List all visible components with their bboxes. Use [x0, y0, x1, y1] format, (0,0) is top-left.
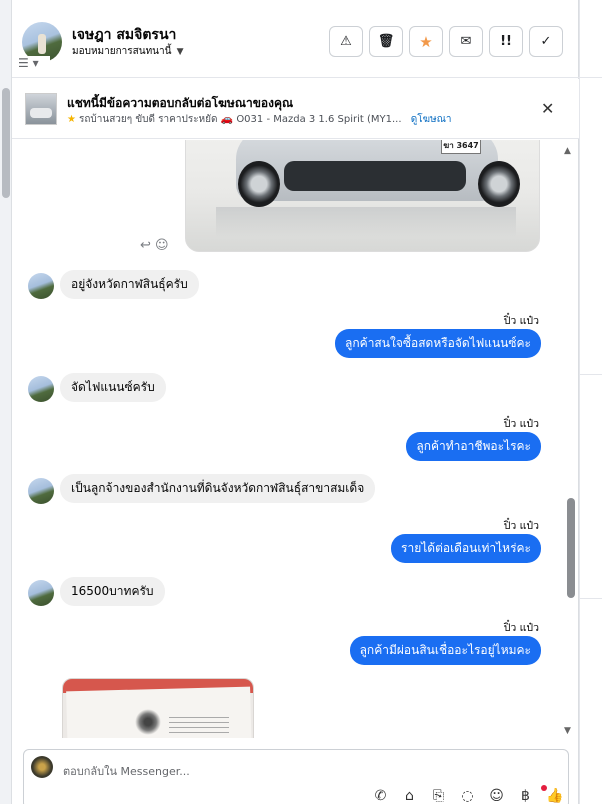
exclamation-icon: !!: [500, 34, 512, 49]
ad-banner-title: แชทนี้มีข้อความตอบกลับต่อโฆษณาของคุณ: [67, 96, 294, 110]
divider: [580, 598, 602, 599]
warning-icon: ⚠: [340, 34, 352, 49]
car-wheel: [478, 161, 520, 207]
reply-input[interactable]: ตอบกลับใน Messenger...: [63, 762, 190, 780]
ad-thumbnail[interactable]: [25, 93, 57, 125]
car-photo-attachment[interactable]: ฆา 3647: [185, 140, 540, 252]
outgoing-message[interactable]: ลูกค้าทำอาชีพอะไรคะ: [406, 432, 541, 461]
reply-icon[interactable]: ↩: [140, 238, 151, 253]
sender-name: ปิ๋ว แป๋ว: [503, 418, 539, 430]
check-icon: ✓: [540, 34, 552, 49]
ad-banner-subtitle: ★ รถบ้านสวยๆ ขับดี ราคาประหยัด 🚗 O031 - M…: [67, 112, 452, 127]
conversation-panel: ☰ ▾ เจษฎา สมจิตรนา มอบหมายการสนทนานี้ ▼ …: [12, 0, 579, 804]
contact-name[interactable]: เจษฎา สมจิตรนา: [72, 24, 176, 46]
delete-button[interactable]: 🗑: [369, 26, 403, 57]
scroll-up-arrow-icon[interactable]: ▲: [564, 146, 571, 156]
message-actions: ↩ ☺: [140, 238, 169, 253]
conversation-header: ☰ ▾ เจษฎา สมจิตรนา มอบหมายการสนทนานี้ ▼ …: [12, 0, 579, 78]
sender-name: ปิ๋ว แป๋ว: [503, 622, 539, 634]
left-scroll-strip: [0, 0, 12, 804]
ad-subtitle-text: รถบ้านสวยๆ ขับดี ราคาประหยัด 🚗 O031 - Ma…: [78, 114, 402, 125]
outgoing-message[interactable]: ลูกค้ามีผ่อนสินเชื่ออะไรอยู่ไหมคะ: [349, 636, 541, 665]
right-edge-panel: [579, 0, 602, 804]
thread-scrollbar-thumb[interactable]: [567, 498, 575, 598]
reply-composer[interactable]: ตอบกลับใน Messenger... ✆ ⌂ ⎘ ◌ ☺ ฿ 👍: [23, 749, 569, 804]
emoji-react-icon[interactable]: ☺: [155, 238, 169, 253]
divider: [580, 77, 602, 78]
incoming-message[interactable]: อยู่จังหวัดกาฬสินธุ์ครับ: [60, 270, 199, 299]
incoming-message[interactable]: จัดไฟแนนซ์ครับ: [60, 373, 166, 402]
envelope-icon: ✉: [460, 34, 472, 49]
message-thread[interactable]: ฆา 3647 ↩ ☺ อยู่จังหวัดกาฬสินธุ์ครับ ปิ๋…: [12, 140, 579, 738]
avatar[interactable]: [28, 580, 54, 606]
assign-conversation-dropdown[interactable]: มอบหมายการสนทนานี้ ▼: [72, 44, 184, 59]
star-icon: ★: [419, 32, 433, 51]
star-icon: ★: [67, 114, 76, 125]
page-avatar: [31, 756, 53, 778]
report-button[interactable]: ⚠: [329, 26, 363, 57]
floor-reflection: [216, 207, 516, 237]
star-button[interactable]: ★: [409, 26, 443, 57]
mark-unread-button[interactable]: ✉: [449, 26, 483, 57]
close-icon[interactable]: ✕: [541, 99, 554, 118]
composer-toolbar: ✆ ⌂ ⎘ ◌ ☺ ฿ 👍: [372, 788, 564, 804]
thumbs-up-icon[interactable]: 👍: [546, 788, 563, 804]
incoming-message[interactable]: เป็นลูกจ้างของสำนักงานที่ดินจังหวัดกาฬสิ…: [60, 474, 376, 503]
document-text-lines: [169, 717, 229, 735]
filter-sliders-icon[interactable]: ☰ ▾: [18, 56, 50, 72]
baht-icon[interactable]: ฿: [517, 788, 534, 804]
ad-reply-banner: แชทนี้มีข้อความตอบกลับต่อโฆษณาของคุณ ★ รถ…: [12, 79, 579, 139]
outgoing-message[interactable]: รายได้ต่อเดือนเท่าไหร่คะ: [391, 534, 541, 563]
garuda-emblem: [135, 709, 161, 735]
license-plate: ฆา 3647: [441, 140, 481, 154]
header-actions: ⚠ 🗑 ★ ✉ !! ✓: [329, 26, 563, 57]
bag-icon[interactable]: ⌂: [401, 788, 418, 804]
avatar[interactable]: [28, 273, 54, 299]
sender-name: ปิ๋ว แป๋ว: [503, 315, 539, 327]
scroll-down-arrow-icon[interactable]: ▼: [564, 726, 571, 736]
car-wheel: [238, 161, 280, 207]
sender-name: ปิ๋ว แป๋ว: [503, 520, 539, 532]
car-bumper: [284, 161, 466, 191]
trash-icon: 🗑: [377, 34, 395, 49]
chevron-down-icon: ▼: [176, 47, 184, 57]
avatar[interactable]: [28, 376, 54, 402]
chat-bubble-icon[interactable]: ◌: [459, 788, 476, 804]
assign-label: มอบหมายการสนทนานี้: [72, 46, 172, 57]
view-ad-link[interactable]: ดูโฆษณา: [411, 114, 452, 125]
avatar[interactable]: [28, 478, 54, 504]
priority-button[interactable]: !!: [489, 26, 523, 57]
call-add-icon[interactable]: ✆: [372, 788, 389, 804]
emoji-icon[interactable]: ☺: [488, 788, 505, 804]
paperclip-icon[interactable]: ⎘: [430, 788, 447, 804]
divider: [580, 374, 602, 375]
notification-dot: [541, 785, 547, 791]
left-scrollbar-thumb[interactable]: [2, 88, 10, 198]
document-photo-attachment[interactable]: [62, 678, 254, 738]
inbox-page: ☰ ▾ เจษฎา สมจิตรนา มอบหมายการสนทนานี้ ▼ …: [0, 0, 602, 804]
incoming-message[interactable]: 16500บาทครับ: [60, 577, 165, 606]
mark-done-button[interactable]: ✓: [529, 26, 563, 57]
outgoing-message[interactable]: ลูกค้าสนใจซื้อสดหรือจัดไฟแนนซ์คะ: [335, 329, 541, 358]
